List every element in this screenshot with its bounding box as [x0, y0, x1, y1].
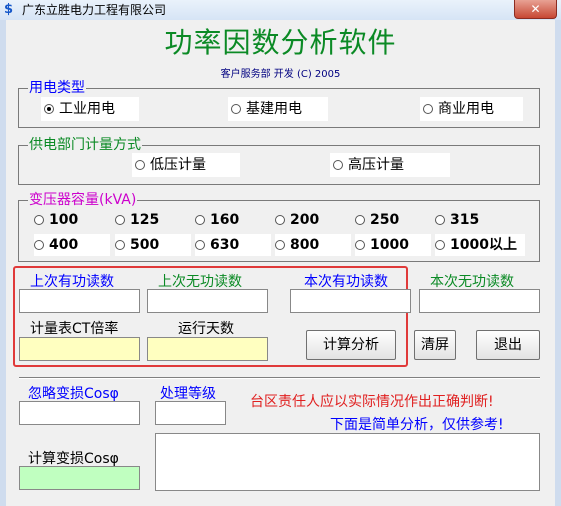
radio-icon	[275, 240, 285, 250]
usage-industrial-radio[interactable]: 工业用电	[41, 97, 139, 121]
radio-icon	[34, 215, 44, 225]
clear-button[interactable]: 清屏	[414, 330, 456, 360]
window-title: 广东立胜电力工程有限公司	[22, 3, 167, 17]
radio-icon	[275, 215, 285, 225]
capacity-over-1000-label: 1000以上	[450, 237, 517, 253]
capacity-400-label: 400	[49, 237, 79, 253]
capacity-630-label: 630	[210, 237, 240, 253]
usage-construction-radio[interactable]: 基建用电	[228, 97, 328, 121]
prev-active-input[interactable]	[19, 289, 140, 313]
metering-low-voltage-radio[interactable]: 低压计量	[132, 153, 240, 177]
metering-low-voltage-label: 低压计量	[150, 157, 206, 173]
radio-icon	[231, 104, 241, 114]
capacity-315-label: 315	[450, 212, 480, 228]
radio-icon	[195, 215, 205, 225]
capacity-200-label: 200	[290, 212, 320, 228]
radio-icon	[423, 104, 433, 114]
ignore-loss-output	[19, 401, 140, 425]
capacity-1000-radio[interactable]: 1000	[355, 234, 431, 256]
radio-icon	[333, 160, 343, 170]
app-title: 功率因数分析软件	[164, 26, 397, 59]
metering-legend: 供电部门计量方式	[28, 137, 142, 153]
capacity-100-radio[interactable]: 100	[34, 210, 110, 230]
radio-icon	[195, 240, 205, 250]
prev-reactive-input[interactable]	[147, 289, 268, 313]
app-icon: $	[4, 2, 14, 17]
transformer-legend: 变压器容量(kVA)	[28, 192, 138, 208]
capacity-over-1000-radio[interactable]: 1000以上	[435, 234, 525, 256]
radio-icon	[34, 240, 44, 250]
metering-high-voltage-radio[interactable]: 高压计量	[330, 153, 450, 177]
metering-high-voltage-label: 高压计量	[348, 157, 404, 173]
calc-loss-output	[19, 466, 140, 490]
analysis-text-area[interactable]	[155, 433, 540, 491]
radio-icon	[115, 240, 125, 250]
capacity-315-radio[interactable]: 315	[435, 210, 521, 230]
radio-icon	[435, 215, 445, 225]
close-button[interactable]: ✕	[514, 0, 557, 19]
notice-line-1: 台区责任人应以实际情况作出正确判断!	[250, 394, 494, 410]
radio-icon	[115, 215, 125, 225]
ct-ratio-label: 计量表CT倍率	[30, 321, 119, 337]
usage-construction-label: 基建用电	[246, 101, 302, 117]
radio-checked-icon	[44, 104, 54, 114]
calculate-button[interactable]: 计算分析	[306, 330, 396, 360]
section-divider	[19, 377, 540, 379]
capacity-800-radio[interactable]: 800	[275, 234, 351, 256]
capacity-800-label: 800	[290, 237, 320, 253]
usage-commercial-label: 商业用电	[438, 101, 494, 117]
notice-line-2: 下面是简单分析，仅供参考!	[330, 417, 504, 433]
capacity-250-label: 250	[370, 212, 400, 228]
capacity-1000-label: 1000	[370, 237, 409, 253]
level-output	[155, 401, 226, 425]
capacity-500-label: 500	[130, 237, 160, 253]
run-days-input[interactable]	[147, 337, 268, 361]
radio-icon	[355, 240, 365, 250]
capacity-500-radio[interactable]: 500	[115, 234, 191, 256]
subtitle: 客户服务部 开发 (C) 2005	[220, 69, 341, 80]
capacity-125-radio[interactable]: 125	[115, 210, 191, 230]
capacity-125-label: 125	[130, 212, 160, 228]
usage-industrial-label: 工业用电	[59, 101, 115, 117]
capacity-250-radio[interactable]: 250	[355, 210, 431, 230]
usage-type-legend: 用电类型	[28, 80, 86, 96]
exit-button[interactable]: 退出	[476, 330, 540, 360]
curr-active-input[interactable]	[290, 289, 411, 313]
ct-ratio-input[interactable]	[19, 337, 140, 361]
capacity-100-label: 100	[49, 212, 79, 228]
capacity-630-radio[interactable]: 630	[195, 234, 271, 256]
run-days-label: 运行天数	[178, 321, 234, 337]
capacity-160-radio[interactable]: 160	[195, 210, 271, 230]
usage-commercial-radio[interactable]: 商业用电	[420, 97, 523, 121]
capacity-200-radio[interactable]: 200	[275, 210, 351, 230]
capacity-400-radio[interactable]: 400	[34, 234, 110, 256]
capacity-160-label: 160	[210, 212, 240, 228]
radio-icon	[435, 240, 445, 250]
curr-reactive-input[interactable]	[419, 289, 540, 313]
radio-icon	[135, 160, 145, 170]
radio-icon	[355, 215, 365, 225]
window-frame-right	[555, 20, 561, 506]
